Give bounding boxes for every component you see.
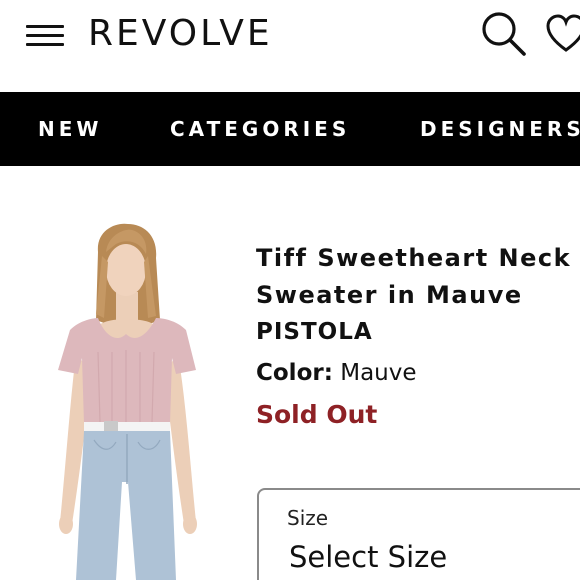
color-value: Mauve: [340, 360, 417, 386]
search-icon[interactable]: [478, 8, 528, 58]
size-value: Select Size: [289, 540, 448, 574]
hamburger-menu-icon[interactable]: [26, 25, 64, 47]
product-color: Color: Mauve: [256, 354, 580, 392]
size-select[interactable]: Size Select Size: [257, 488, 580, 580]
product-brand[interactable]: PISTOLA: [256, 314, 580, 350]
product-title-line-1: Tiff Sweetheart Neck: [256, 244, 572, 272]
product-title-line-2: Sweater in Mauve: [256, 281, 523, 309]
product-image[interactable]: [36, 222, 216, 580]
main-nav: NEW CATEGORIES DESIGNERS: [0, 92, 580, 166]
product-info: Tiff Sweetheart Neck Sweater in Mauve PI…: [256, 240, 580, 434]
site-logo[interactable]: REVOLVE: [88, 12, 273, 56]
site-header: REVOLVE: [0, 0, 580, 92]
nav-item-new[interactable]: NEW: [38, 92, 102, 166]
color-label: Color:: [256, 360, 333, 386]
stock-status: Sold Out: [256, 400, 378, 429]
heart-icon[interactable]: [544, 12, 580, 56]
nav-item-designers[interactable]: DESIGNERS: [420, 92, 580, 166]
nav-item-categories[interactable]: CATEGORIES: [170, 92, 350, 166]
size-label: Size: [287, 506, 329, 530]
